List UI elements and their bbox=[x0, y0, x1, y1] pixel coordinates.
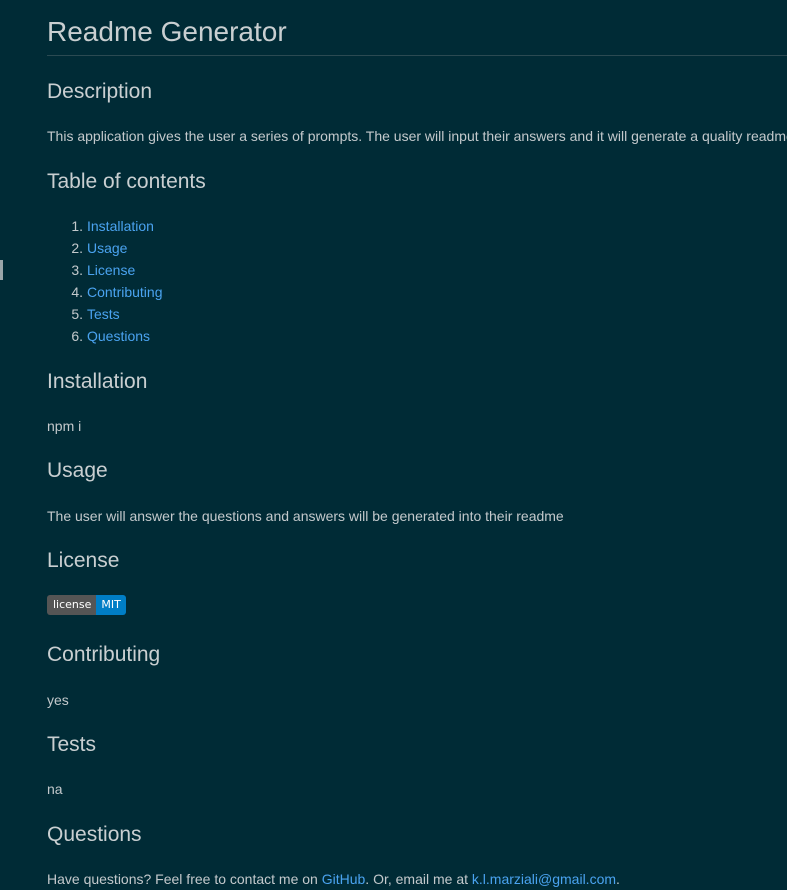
readme-document: Readme Generator Description This applic… bbox=[0, 0, 787, 887]
installation-text: npm i bbox=[47, 418, 82, 434]
installation-heading: Installation bbox=[47, 370, 148, 393]
description-heading: Description bbox=[47, 80, 153, 103]
toc-list: 1. Installation 2. Usage 3. License 4. C… bbox=[0, 215, 163, 347]
contributing-heading: Contributing bbox=[47, 643, 161, 666]
toc-number: 2. bbox=[71, 240, 83, 256]
toc-link-license[interactable]: License bbox=[87, 262, 135, 278]
usage-text: The user will answer the questions and a… bbox=[47, 508, 564, 524]
text-cursor-bar bbox=[0, 260, 3, 280]
toc-item-contributing: 4. Contributing bbox=[47, 281, 163, 303]
toc-link-usage[interactable]: Usage bbox=[87, 240, 127, 256]
toc-link-contributing[interactable]: Contributing bbox=[87, 284, 163, 300]
questions-text-middle: . Or, email me at bbox=[365, 871, 472, 887]
questions-heading: Questions bbox=[47, 823, 142, 846]
toc-number: 1. bbox=[71, 218, 83, 234]
license-badge: license MIT bbox=[47, 595, 126, 615]
toc-heading: Table of contents bbox=[47, 170, 206, 193]
license-badge-label: license bbox=[47, 595, 97, 615]
tests-text: na bbox=[47, 781, 63, 797]
toc-number: 6. bbox=[71, 328, 83, 344]
license-heading: License bbox=[47, 549, 120, 572]
page-title: Readme Generator bbox=[47, 0, 787, 56]
description-text: This application gives the user a series… bbox=[47, 128, 787, 144]
email-link[interactable]: k.l.marziali@gmail.com bbox=[472, 871, 616, 887]
toc-item-questions: 6. Questions bbox=[47, 325, 163, 347]
toc-number: 4. bbox=[71, 284, 83, 300]
toc-number: 5. bbox=[71, 306, 83, 322]
toc-item-tests: 5. Tests bbox=[47, 303, 163, 325]
toc-item-license: 3. License bbox=[0, 259, 163, 281]
questions-text-after: . bbox=[616, 871, 620, 887]
github-link[interactable]: GitHub bbox=[322, 871, 366, 887]
usage-heading: Usage bbox=[47, 459, 108, 482]
license-badge-value: MIT bbox=[96, 595, 126, 615]
questions-text: Have questions? Feel free to contact me … bbox=[47, 870, 620, 888]
toc-number: 3. bbox=[71, 262, 83, 278]
toc-link-questions[interactable]: Questions bbox=[87, 328, 150, 344]
toc-item-usage: 2. Usage bbox=[47, 237, 163, 259]
toc-item-installation: 1. Installation bbox=[47, 215, 163, 237]
toc-link-tests[interactable]: Tests bbox=[87, 306, 120, 322]
tests-heading: Tests bbox=[47, 733, 97, 756]
questions-text-before: Have questions? Feel free to contact me … bbox=[47, 871, 322, 887]
toc-link-installation[interactable]: Installation bbox=[87, 218, 154, 234]
contributing-text: yes bbox=[47, 692, 69, 708]
